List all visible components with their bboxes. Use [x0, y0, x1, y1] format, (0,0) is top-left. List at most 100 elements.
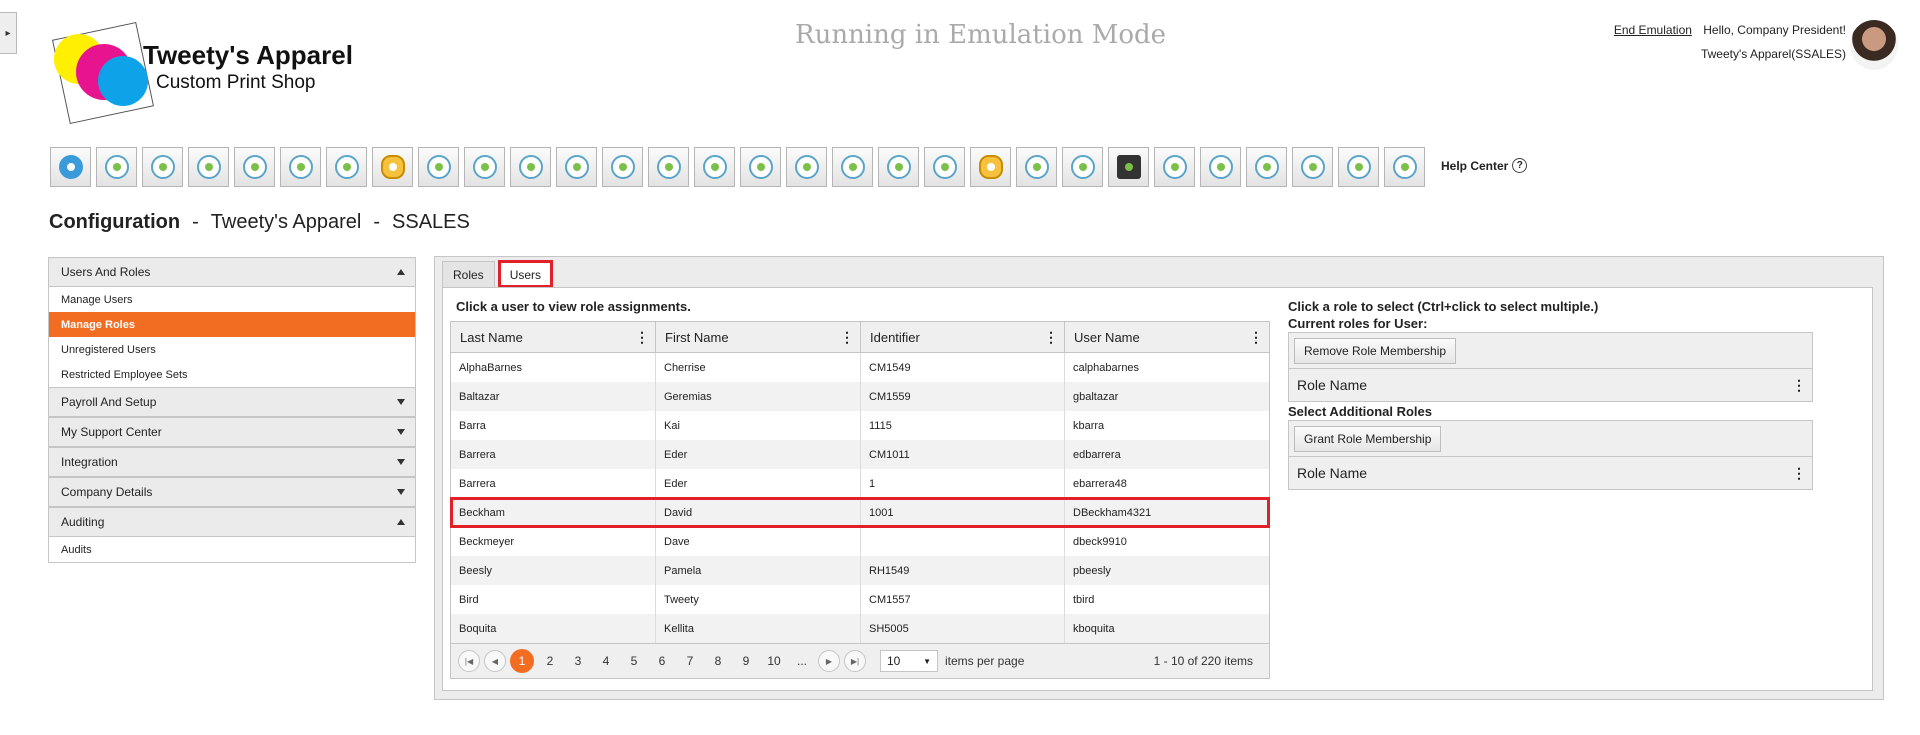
toolbar-button[interactable]: [1338, 147, 1379, 187]
tab-users[interactable]: Users: [497, 260, 554, 288]
nav-group-label: Users And Roles: [61, 265, 151, 279]
toolbar-button[interactable]: [188, 147, 229, 187]
toolbar-button[interactable]: [372, 147, 413, 187]
role-name-header[interactable]: Role Name ⋮: [1289, 457, 1812, 489]
column-menu-icon[interactable]: ⋮: [840, 329, 854, 346]
table-row[interactable]: Beesly Pamela RH1549 pbeesly: [451, 556, 1269, 585]
column-menu-icon[interactable]: ⋮: [1044, 329, 1058, 346]
table-row[interactable]: Barra Kai 1115 kbarra: [451, 411, 1269, 440]
table-row[interactable]: Beckmeyer Dave dbeck9910: [451, 527, 1269, 556]
column-menu-icon[interactable]: ⋮: [635, 329, 649, 346]
table-row[interactable]: Barrera Eder 1 ebarrera48: [451, 469, 1269, 498]
nav-group-header[interactable]: Users And Roles: [49, 258, 415, 287]
toolbar-button[interactable]: [1154, 147, 1195, 187]
table-row[interactable]: Baltazar Geremias CM1559 gbaltazar: [451, 382, 1269, 411]
next-page-icon[interactable]: ▶: [818, 650, 840, 672]
page-number[interactable]: 6: [650, 649, 674, 673]
col-first-name[interactable]: First Name ⋮: [656, 322, 861, 352]
toolbar-button[interactable]: [418, 147, 459, 187]
page-number[interactable]: 8: [706, 649, 730, 673]
toolbar-button[interactable]: [1384, 147, 1425, 187]
table-row[interactable]: Barrera Eder CM1011 edbarrera: [451, 440, 1269, 469]
chevron-down-icon: [397, 429, 405, 435]
prev-page-icon[interactable]: ◀: [484, 650, 506, 672]
nav-item[interactable]: Audits: [49, 537, 415, 562]
toolbar-button[interactable]: [1016, 147, 1057, 187]
nav-group-header[interactable]: My Support Center: [49, 418, 415, 447]
col-label: Identifier: [870, 329, 920, 345]
column-menu-icon[interactable]: ⋮: [1792, 377, 1806, 394]
toolbar-button[interactable]: [464, 147, 505, 187]
nav-group-header[interactable]: Auditing: [49, 508, 415, 537]
page-number[interactable]: 10: [762, 649, 786, 673]
toolbar-button[interactable]: [234, 147, 275, 187]
page-number[interactable]: 3: [566, 649, 590, 673]
report-icon: [334, 155, 359, 179]
column-menu-icon[interactable]: ⋮: [1249, 329, 1263, 346]
tab-roles[interactable]: Roles: [442, 261, 495, 287]
page-number[interactable]: 9: [734, 649, 758, 673]
nav-group-header[interactable]: Integration: [49, 448, 415, 477]
toolbar-button[interactable]: [878, 147, 919, 187]
page-number[interactable]: 7: [678, 649, 702, 673]
toolbar-button[interactable]: [96, 147, 137, 187]
page-number[interactable]: 2: [538, 649, 562, 673]
end-emulation-link[interactable]: End Emulation: [1614, 23, 1692, 37]
role-name-header[interactable]: Role Name ⋮: [1289, 369, 1812, 401]
toolbar-button[interactable]: [1062, 147, 1103, 187]
org-chart-icon: [288, 155, 313, 179]
toolbar-button[interactable]: [740, 147, 781, 187]
page-number[interactable]: 4: [594, 649, 618, 673]
last-page-icon[interactable]: ▶|: [844, 650, 866, 672]
table-cell: kbarra: [1073, 419, 1105, 432]
toolbar-button[interactable]: [694, 147, 735, 187]
brand-logo: Tweety's Apparel Custom Print Shop: [51, 21, 372, 125]
nav-item[interactable]: Restricted Employee Sets: [49, 362, 415, 387]
table-row[interactable]: Bird Tweety CM1557 tbird: [451, 585, 1269, 614]
col-user-name[interactable]: User Name ⋮: [1065, 322, 1269, 352]
nav-group-header[interactable]: Payroll And Setup: [49, 388, 415, 417]
col-label: First Name: [665, 329, 729, 345]
toolbar-button[interactable]: [1108, 147, 1149, 187]
remove-role-button[interactable]: Remove Role Membership: [1294, 337, 1457, 364]
toolbar-button[interactable]: [1200, 147, 1241, 187]
nav-item[interactable]: Manage Roles: [49, 312, 415, 337]
toolbar-button[interactable]: [832, 147, 873, 187]
toolbar-button[interactable]: [50, 147, 91, 187]
sidebar-toggle-button[interactable]: ▸: [0, 12, 17, 54]
help-center-link[interactable]: Help Center ?: [1441, 158, 1528, 173]
col-last-name[interactable]: Last Name ⋮: [451, 322, 656, 352]
toolbar-button[interactable]: [648, 147, 689, 187]
table-row[interactable]: Boquita Kellita SH5005 kboquita: [451, 614, 1269, 643]
crosshair-icon: [518, 155, 543, 179]
page-number[interactable]: ...: [790, 649, 814, 673]
column-menu-icon[interactable]: ⋮: [1792, 465, 1806, 482]
toolbar-button[interactable]: [602, 147, 643, 187]
first-page-icon[interactable]: |◀: [458, 650, 480, 672]
toolbar-button[interactable]: [510, 147, 551, 187]
nav-item[interactable]: Manage Users: [49, 287, 415, 312]
page-number[interactable]: 1: [510, 649, 534, 673]
toolbar-button[interactable]: [970, 147, 1011, 187]
nav-group-header[interactable]: Company Details: [49, 478, 415, 507]
col-identifier[interactable]: Identifier ⋮: [861, 322, 1065, 352]
nav-group-label: Integration: [61, 455, 118, 469]
grant-role-button[interactable]: Grant Role Membership: [1294, 425, 1442, 452]
toolbar-button[interactable]: [556, 147, 597, 187]
nav-item[interactable]: Unregistered Users: [49, 337, 415, 362]
avatar[interactable]: [1850, 20, 1898, 70]
page-number[interactable]: 5: [622, 649, 646, 673]
table-row[interactable]: Beckham David 1001 DBeckham4321: [450, 497, 1270, 528]
toolbar-button[interactable]: [326, 147, 367, 187]
table-row[interactable]: AlphaBarnes Cherrise CM1549 calphabarnes: [451, 353, 1269, 382]
toolbar-button[interactable]: [786, 147, 827, 187]
toolbar-button[interactable]: [280, 147, 321, 187]
current-roles-label: Current roles for User:: [1288, 316, 1428, 331]
toolbar-button[interactable]: [1246, 147, 1287, 187]
toolbar-button[interactable]: [1292, 147, 1333, 187]
table-cell: Kellita: [656, 614, 861, 643]
table-cell: Barrera: [451, 440, 656, 469]
toolbar-button[interactable]: [924, 147, 965, 187]
page-size-select[interactable]: 10 ▼: [880, 650, 938, 672]
toolbar-button[interactable]: [142, 147, 183, 187]
